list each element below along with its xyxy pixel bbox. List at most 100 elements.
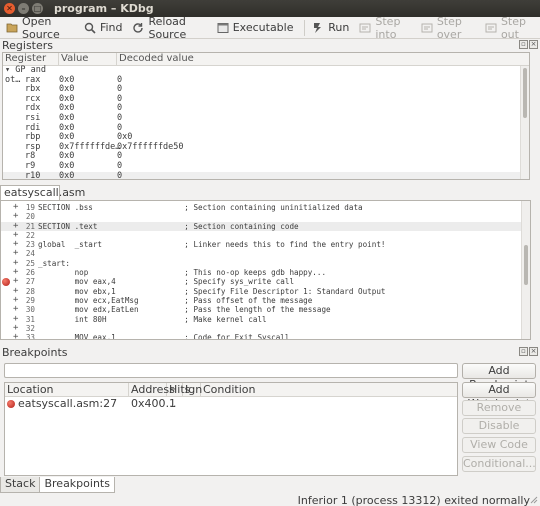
add-breakpoint-button[interactable]: Add Breakpoint bbox=[462, 363, 536, 391]
decoded-column-header[interactable]: Decoded value bbox=[117, 53, 521, 65]
breakpoint-icon bbox=[7, 399, 15, 408]
source-line[interactable]: +22 bbox=[1, 230, 530, 240]
tab-breakpoints[interactable]: Breakpoints bbox=[39, 477, 115, 493]
reload-source-button[interactable]: Reload Source bbox=[128, 14, 210, 41]
source-text: MOV eax,1 ; Code for Exit Syscall bbox=[38, 333, 290, 340]
breakpoints-dock-title: Breakpoints ▫ × bbox=[0, 345, 540, 359]
register-row[interactable]: rsp 0x7ffffffde… 0x7ffffffde50 bbox=[3, 142, 529, 153]
reload-source-label: Reload Source bbox=[148, 14, 187, 41]
register-group-row[interactable]: ▾ GP and ot… bbox=[3, 65, 529, 84]
source-code-view[interactable]: +19 SECTION .bss ; Section containing uni… bbox=[0, 200, 531, 340]
view-code-button[interactable]: View Code bbox=[462, 437, 536, 453]
register-row[interactable]: rsi 0x0 0 bbox=[3, 113, 529, 124]
close-window-button[interactable]: ✕ bbox=[4, 3, 15, 14]
window-controls: ✕ – □ bbox=[4, 3, 43, 14]
breakpoints-title: Breakpoints bbox=[2, 346, 68, 359]
register-row[interactable]: r8 0x0 0 bbox=[3, 152, 529, 162]
step-over-label: Step over bbox=[436, 14, 462, 41]
line-number: 24 bbox=[25, 249, 35, 259]
value-column-header[interactable]: Value bbox=[59, 53, 117, 65]
register-row[interactable]: rdi 0x0 0 bbox=[3, 123, 529, 134]
toolbar-separator bbox=[303, 19, 305, 36]
open-source-button[interactable]: Open Source bbox=[2, 15, 78, 41]
source-line[interactable]: +31 int 80H ; Make kernel call bbox=[1, 314, 530, 324]
source-line[interactable]: +19 SECTION .bss ; Section containing uni… bbox=[1, 202, 530, 212]
register-row[interactable]: rcx 0x0 0 bbox=[3, 94, 529, 105]
float-dock-icon[interactable]: ▫ bbox=[519, 347, 528, 356]
source-file-tab[interactable]: eatsyscall.asm bbox=[0, 185, 85, 201]
source-line[interactable]: +21 SECTION .text ; Section containing co… bbox=[1, 221, 530, 231]
status-bar-message: Inferior 1 (process 13312) exited normal… bbox=[297, 494, 530, 506]
source-line[interactable]: +27 mov eax,4 ; Specify sys_write call bbox=[1, 277, 530, 287]
breakpoint-icon[interactable] bbox=[2, 278, 10, 287]
address-column-header[interactable]: Address bbox=[129, 383, 175, 396]
source-text: global _start ; Linker needs this to fin… bbox=[38, 240, 386, 250]
source-line[interactable]: +23 global _start ; Linker needs this to … bbox=[1, 239, 530, 250]
minimize-window-button[interactable]: – bbox=[18, 3, 29, 14]
add-watchpoint-button[interactable]: Add Watchpoint bbox=[462, 382, 536, 410]
register-row[interactable]: r9 0x0 0 bbox=[3, 161, 529, 172]
registers-scrollbar[interactable] bbox=[520, 66, 529, 179]
remove-button[interactable]: Remove bbox=[462, 400, 536, 416]
conditional-button[interactable]: Conditional... bbox=[462, 456, 536, 472]
line-number: 27 bbox=[25, 277, 35, 287]
tab-stack[interactable]: Stack bbox=[0, 477, 41, 493]
breakpoint-hits: 1 bbox=[169, 397, 176, 410]
condition-column-header[interactable]: Condition bbox=[201, 383, 457, 396]
scroll-thumb[interactable] bbox=[524, 245, 528, 285]
maximize-window-button[interactable]: □ bbox=[32, 3, 43, 14]
scroll-thumb[interactable] bbox=[523, 68, 527, 118]
line-number: 19 bbox=[25, 203, 35, 212]
float-dock-icon[interactable]: ▫ bbox=[519, 40, 528, 49]
breakpoint-location-cell: eatsyscall.asm:27 bbox=[5, 397, 129, 410]
source-line[interactable]: +33 MOV eax,1 ; Code for Exit Syscall bbox=[1, 332, 530, 340]
source-text: mov ebx,1 ; Specify File Descriptor 1: S… bbox=[38, 286, 386, 296]
step-into-icon bbox=[359, 22, 371, 34]
window-title: program – KDbg bbox=[54, 2, 154, 15]
run-icon bbox=[312, 22, 324, 34]
register-row[interactable]: rax 0x0 0 bbox=[3, 75, 529, 86]
find-button[interactable]: Find bbox=[80, 18, 127, 38]
ign-column-header[interactable]: Ign bbox=[183, 383, 202, 396]
registers-table[interactable]: Register Value Decoded value ▾ GP and ot… bbox=[2, 52, 530, 180]
disable-button[interactable]: Disable bbox=[462, 418, 536, 434]
register-row[interactable]: rdx 0x0 0 bbox=[3, 104, 529, 114]
line-number: 23 bbox=[25, 240, 35, 250]
source-line[interactable]: +20 bbox=[1, 211, 530, 221]
resize-grip-icon[interactable] bbox=[530, 496, 538, 504]
register-row[interactable]: r10 0x0 0 bbox=[3, 170, 529, 180]
step-into-label: Step into bbox=[375, 14, 401, 41]
line-number: 29 bbox=[25, 295, 35, 305]
register-row[interactable]: rbx 0x0 0 bbox=[3, 85, 529, 95]
expand-arrow-icon[interactable]: ▾ bbox=[5, 65, 15, 75]
register-name: r10 bbox=[25, 170, 41, 180]
source-line[interactable]: +30 mov edx,EatLen ; Pass the length of … bbox=[1, 304, 530, 315]
breakpoint-row[interactable]: eatsyscall.asm:27 0x400… 1 bbox=[5, 397, 457, 410]
line-number: 28 bbox=[25, 286, 35, 296]
registers-dock-title: Registers ▫ × bbox=[0, 38, 540, 52]
breakpoint-list[interactable]: Location Address Hits Ign Condition eats… bbox=[4, 382, 458, 476]
source-line[interactable]: +26 nop ; This no-op keeps gdb happy... bbox=[1, 267, 530, 277]
source-scrollbar[interactable] bbox=[521, 201, 530, 339]
bottom-dock-tabs: Stack Breakpoints bbox=[0, 477, 115, 493]
source-line[interactable]: +28 mov ebx,1 ; Specify File Descriptor … bbox=[1, 286, 530, 296]
step-out-label: Step out bbox=[500, 14, 526, 41]
location-column-header[interactable]: Location bbox=[5, 383, 129, 396]
expand-line-icon[interactable]: + bbox=[13, 332, 18, 339]
source-line[interactable]: +24 bbox=[1, 249, 530, 259]
breakpoint-list-header: Location Address Hits Ign Condition bbox=[5, 383, 457, 397]
source-line[interactable]: +32 bbox=[1, 323, 530, 333]
executable-button[interactable]: Executable bbox=[213, 18, 298, 38]
step-over-button[interactable]: Step over bbox=[417, 14, 479, 41]
hits-column-header[interactable]: Hits bbox=[167, 383, 190, 396]
step-into-button[interactable]: Step into bbox=[355, 14, 414, 41]
close-dock-icon[interactable]: × bbox=[529, 347, 538, 356]
close-dock-icon[interactable]: × bbox=[529, 40, 538, 49]
run-button[interactable]: Run bbox=[308, 18, 353, 38]
source-text: mov edx,EatLen ; Pass the length of the … bbox=[38, 305, 331, 315]
source-line[interactable]: +29 mov ecx,EatMsg ; Pass offset of the … bbox=[1, 295, 530, 305]
step-out-button[interactable]: Step out bbox=[481, 14, 538, 41]
breakpoint-location-input[interactable] bbox=[4, 363, 458, 378]
source-line[interactable]: +25 _start: bbox=[1, 258, 530, 268]
register-column-header[interactable]: Register bbox=[3, 53, 59, 65]
